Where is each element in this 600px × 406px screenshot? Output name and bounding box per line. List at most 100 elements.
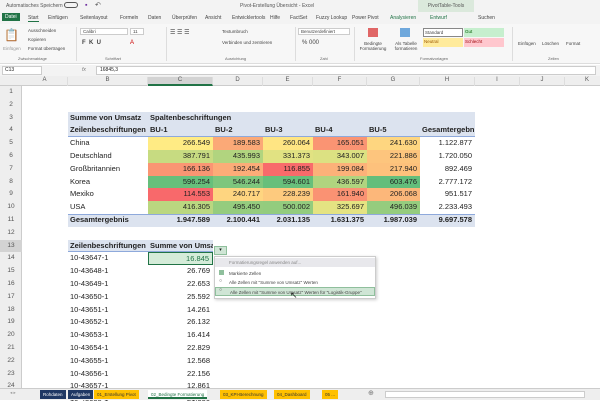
- pivot-value-cell[interactable]: 596.254: [148, 175, 213, 189]
- pivot2-row-label[interactable]: 10-43653-1: [70, 329, 148, 342]
- pivot-value-cell[interactable]: 206.068: [367, 188, 420, 202]
- pivot-value-cell[interactable]: 435.993: [213, 150, 263, 163]
- merge-center-button[interactable]: Verbinden und zentrieren: [222, 40, 272, 45]
- pivot-value-cell[interactable]: 192.454: [213, 162, 263, 176]
- row-header-23[interactable]: 23: [0, 368, 22, 381]
- menu-item-all-cells[interactable]: Alle Zellen mit "Summe von Umsatz" Werte…: [215, 278, 375, 287]
- column-header-I[interactable]: I: [475, 77, 520, 86]
- undo-icon[interactable]: ↶: [95, 1, 101, 9]
- font-color-button[interactable]: A: [130, 40, 134, 46]
- row-header-3[interactable]: 3: [0, 112, 22, 125]
- pivot-row-label[interactable]: Großbritannien: [70, 163, 148, 176]
- quick-options-button[interactable]: ▾: [214, 246, 227, 255]
- pivot-value-cell[interactable]: 217.940: [367, 162, 420, 176]
- column-header-G[interactable]: G: [367, 77, 420, 86]
- tab-power-pivot[interactable]: Power Pivot: [352, 15, 379, 21]
- save-icon[interactable]: ▪: [85, 2, 87, 9]
- column-header-H[interactable]: H: [420, 77, 475, 86]
- pivot-value-cell[interactable]: 546.244: [213, 175, 263, 189]
- row-header-5[interactable]: 5: [0, 137, 22, 150]
- row-header-1[interactable]: 1: [0, 86, 22, 99]
- selected-cell-C13[interactable]: 16.845: [148, 252, 213, 266]
- percent-button[interactable]: % 000: [302, 40, 319, 46]
- column-header-A[interactable]: A: [22, 77, 68, 86]
- pivot-value-cell[interactable]: 594.601: [263, 175, 313, 189]
- pivot-value-cell[interactable]: 199.084: [313, 162, 367, 176]
- pivot-row-total[interactable]: 951.517: [422, 188, 475, 201]
- column-labels-filter[interactable]: Spaltenbeschriftungen: [150, 112, 313, 125]
- style-neutral[interactable]: Neutral: [423, 38, 463, 47]
- pivot-corner-label[interactable]: Summe von Umsatz: [70, 112, 148, 125]
- pivot2-value-cell[interactable]: 16.414: [150, 329, 213, 342]
- pivot2-value-cell[interactable]: 22.653: [150, 278, 213, 291]
- pivot-value-cell[interactable]: 166.136: [148, 162, 213, 176]
- sheet-tab[interactable]: Rohdaten: [40, 390, 66, 399]
- pivot-value-cell[interactable]: 387.791: [148, 150, 213, 163]
- column-header-B[interactable]: B: [68, 77, 148, 86]
- pivot-row-total[interactable]: 2.777.172: [422, 176, 475, 189]
- search-box[interactable]: Suchen: [478, 15, 495, 21]
- tab-datei[interactable]: Datei: [2, 13, 20, 21]
- pivot-value-cell[interactable]: 436.597: [313, 175, 367, 189]
- pivot2-row-label[interactable]: 10-43647-1: [70, 252, 148, 265]
- tab-einfügen[interactable]: Einfügen: [48, 15, 68, 21]
- pivot2-row-label[interactable]: 10-43651-1: [70, 304, 148, 317]
- pivot-value-cell[interactable]: 114.553: [148, 188, 213, 202]
- pivot2-value-cell[interactable]: 26.132: [150, 316, 213, 329]
- pivot-value-cell[interactable]: 228.239: [263, 188, 313, 202]
- conditional-formatting-button[interactable]: Bedingte Formatierung: [358, 41, 388, 51]
- sheet-tab[interactable]: 03_KPI-Berechnung: [220, 390, 267, 399]
- pivot2-row-label[interactable]: 10-43654-1: [70, 342, 148, 355]
- pivot2-row-label[interactable]: 10-43649-1: [70, 278, 148, 291]
- grand-total-overall[interactable]: 9.697.578: [422, 214, 475, 227]
- pivot-value-cell[interactable]: 495.450: [213, 201, 263, 214]
- column-header-F[interactable]: F: [313, 77, 367, 86]
- tab-start[interactable]: Start: [28, 15, 39, 22]
- row-header-4[interactable]: 4: [0, 124, 22, 137]
- tab-entwurf[interactable]: Entwurf: [430, 15, 447, 21]
- pivot2-row-label[interactable]: 10-43650-1: [70, 291, 148, 304]
- grand-total-value[interactable]: 2.031.135: [265, 214, 313, 227]
- tab-fuzzy-lookup[interactable]: Fuzzy Lookup: [316, 15, 347, 21]
- column-header-E[interactable]: E: [263, 77, 313, 86]
- pivot-column-header[interactable]: BU-3: [265, 124, 313, 137]
- tab-daten[interactable]: Daten: [148, 15, 161, 21]
- pivot-value-cell[interactable]: 221.886: [367, 150, 420, 163]
- pivot-column-header[interactable]: BU-5: [369, 124, 420, 137]
- pivot-row-total[interactable]: 892.469: [422, 163, 475, 176]
- tab-formeln[interactable]: Formeln: [120, 15, 138, 21]
- pivot-row-total[interactable]: 1.720.050: [422, 150, 475, 163]
- row-header-13[interactable]: 13: [0, 239, 22, 253]
- pivot-value-cell[interactable]: 116.855: [263, 162, 313, 176]
- row-header-12[interactable]: 12: [0, 227, 22, 240]
- sheet-tab[interactable]: 04_Dashboard: [274, 390, 310, 399]
- grand-total-value[interactable]: 1.987.039: [369, 214, 420, 227]
- pivot-value-cell[interactable]: 343.007: [313, 150, 367, 163]
- tab-seitenlayout[interactable]: Seitenlayout: [80, 15, 108, 21]
- pivot-row-label[interactable]: Korea: [70, 176, 148, 189]
- format-as-table-button[interactable]: Als Tabelle formatieren: [392, 41, 420, 51]
- pivot-value-cell[interactable]: 325.697: [313, 201, 367, 214]
- pivot-column-header[interactable]: BU-4: [315, 124, 367, 137]
- menu-item-selected-cells[interactable]: Markierte Zellen: [215, 269, 375, 278]
- format-cells-button[interactable]: Format: [566, 41, 580, 46]
- sheet-tab[interactable]: 01_Erstellung Pivot: [94, 390, 139, 399]
- row-header-6[interactable]: 6: [0, 150, 22, 163]
- row-header-2[interactable]: 2: [0, 99, 22, 112]
- column-header-C[interactable]: C: [148, 77, 213, 86]
- format-as-table-icon[interactable]: [400, 28, 410, 37]
- style-standard[interactable]: Standard: [423, 28, 463, 37]
- tab-hilfe[interactable]: Hilfe: [270, 15, 280, 21]
- tab-ansicht[interactable]: Ansicht: [205, 15, 221, 21]
- style-gut[interactable]: Gut: [464, 28, 504, 37]
- row-header-18[interactable]: 18: [0, 304, 22, 317]
- wrap-text-button[interactable]: Textumbruch: [222, 29, 248, 34]
- pivot-value-cell[interactable]: 165.051: [313, 137, 367, 150]
- pivot-value-cell[interactable]: 189.583: [213, 137, 263, 150]
- number-format-select[interactable]: Benutzerdefiniert: [298, 28, 350, 35]
- row-header-10[interactable]: 10: [0, 201, 22, 214]
- conditional-formatting-icon[interactable]: [368, 28, 378, 37]
- pivot-row-label[interactable]: Mexiko: [70, 188, 148, 201]
- sheet-tab[interactable]: 02_Bedingte Formatierung: [148, 390, 208, 399]
- pivot2-row-labels-filter[interactable]: Zeilenbeschriftungen: [70, 240, 148, 253]
